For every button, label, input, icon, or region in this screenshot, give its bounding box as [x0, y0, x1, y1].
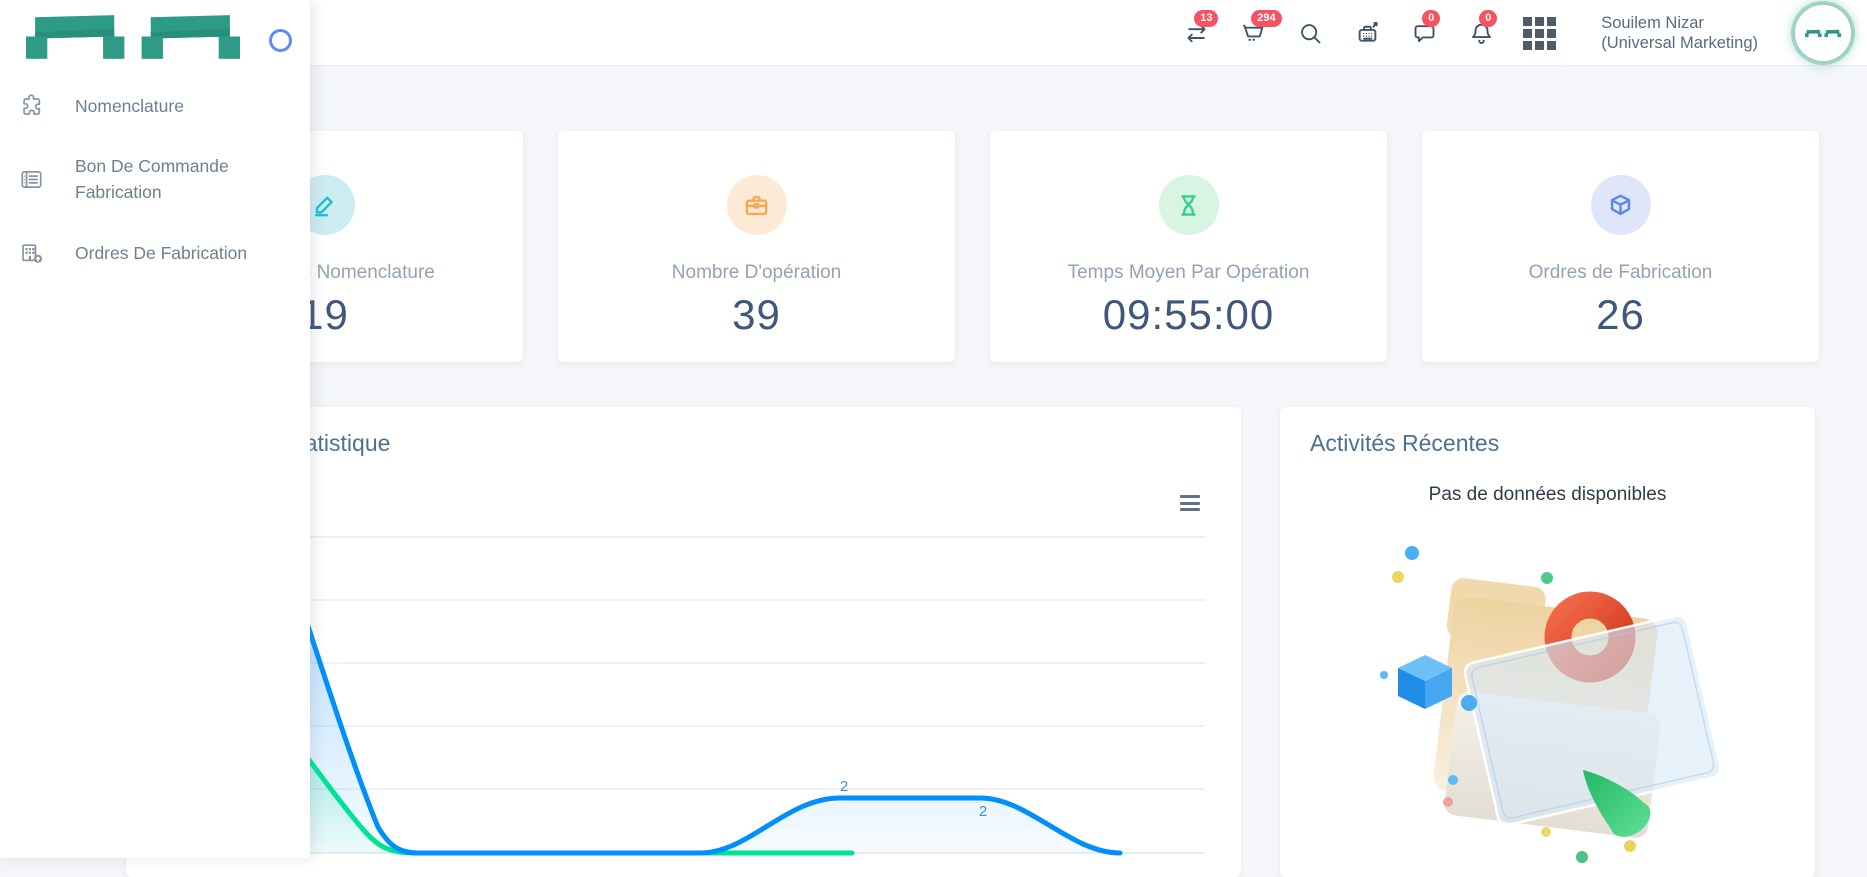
sidebar-item-label: Nomenclature [75, 93, 184, 119]
stat-card-value: 39 [558, 291, 955, 339]
list-icon [18, 166, 45, 193]
sidebar-pin-toggle[interactable] [269, 29, 292, 52]
puzzle-icon [18, 92, 45, 119]
notifications-button[interactable]: 0 [1466, 18, 1496, 48]
sidebar-item-label: Ordres De Fabrication [75, 240, 247, 266]
sidebar-header [0, 0, 310, 74]
sidebar-item-ordres-de-fabrication[interactable]: Ordres De Fabrication [0, 229, 310, 276]
apps-grid-icon[interactable] [1523, 17, 1556, 50]
cash-register-icon [1354, 20, 1381, 47]
messages-button[interactable]: 0 [1409, 18, 1439, 48]
stat-card-value: 26 [1422, 291, 1819, 339]
sidebar-item-bon-de-commande[interactable]: Bon De Commande Fabrication [0, 143, 310, 215]
empty-state-message: Pas de données disponibles [1280, 484, 1815, 506]
stat-card-value: 09:55:00 [990, 291, 1387, 339]
sidebar-item-label: Bon De Commande Fabrication [75, 153, 229, 205]
stat-card-average-time: Temps Moyen Par Opération 09:55:00 [990, 131, 1387, 362]
stat-card-title: Temps Moyen Par Opération [990, 262, 1387, 284]
cart-badge: 294 [1251, 10, 1281, 27]
data-label: 2 [979, 803, 987, 820]
cart-button[interactable]: 294 [1238, 18, 1268, 48]
briefcase-icon [727, 175, 787, 235]
user-organization: (Universal Marketing) [1601, 33, 1758, 53]
header-actions: 13 294 [1181, 0, 1851, 66]
user-menu[interactable]: Souilem Nizar (Universal Marketing) [1601, 13, 1758, 53]
avatar-logo-icon [1805, 29, 1841, 38]
empty-state-illustration [1368, 537, 1792, 867]
data-label: 2 [840, 778, 848, 795]
user-name: Souilem Nizar [1601, 13, 1758, 33]
stat-card-title: Nombre D'opération [558, 262, 955, 284]
factory-icon [18, 239, 45, 266]
sidebar: Nomenclature Bon De Commande Fabrication [0, 0, 310, 858]
swap-badge: 13 [1194, 10, 1218, 27]
recent-activities-panel: Activités Récentes Pas de données dispon… [1280, 407, 1815, 877]
search-icon [1297, 20, 1324, 47]
search-button[interactable] [1295, 18, 1325, 48]
swap-transactions-button[interactable]: 13 [1181, 18, 1211, 48]
chart-gridlines [266, 537, 1205, 853]
sidebar-menu: Nomenclature Bon De Commande Fabrication [0, 74, 310, 276]
sidebar-item-nomenclature[interactable]: Nomenclature [0, 82, 310, 129]
stat-card-manufacturing-orders: Ordres de Fabrication 26 [1422, 131, 1819, 362]
avatar[interactable] [1795, 5, 1851, 61]
hourglass-icon [1159, 175, 1219, 235]
blue-series-line [266, 502, 1120, 853]
stat-card-title: Ordres de Fabrication [1422, 262, 1819, 284]
stat-card-operations: Nombre D'opération 39 [558, 131, 955, 362]
cash-register-button[interactable] [1352, 18, 1382, 48]
activities-title: Activités Récentes [1280, 407, 1815, 457]
chart-menu-icon[interactable] [1180, 495, 1200, 515]
cube-icon [1591, 175, 1651, 235]
app-logo [26, 15, 240, 60]
